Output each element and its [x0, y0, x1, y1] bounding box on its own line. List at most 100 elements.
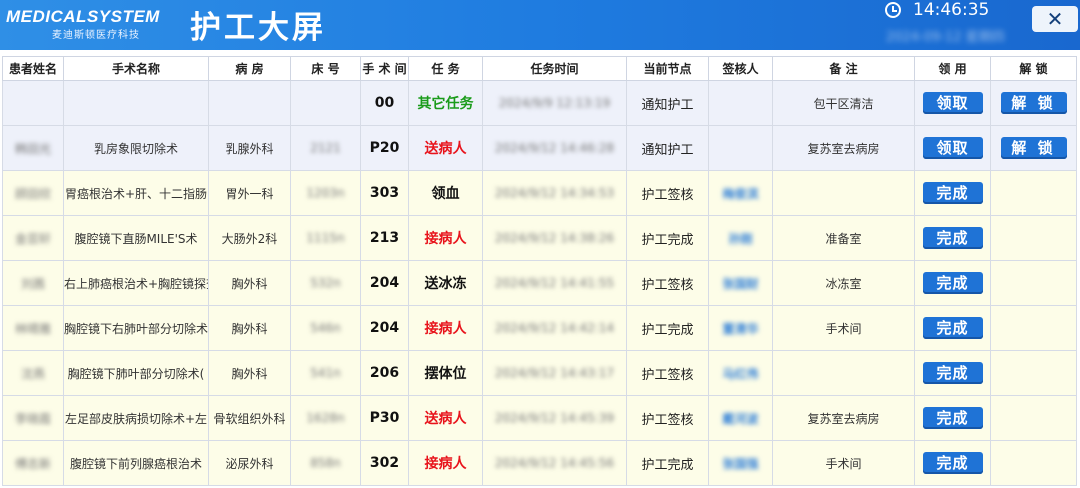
cell-surgery-name: [63, 80, 209, 126]
task-time-text: 2024/9/12 14:34:53: [494, 186, 615, 200]
signer-text: 孙刚: [728, 231, 753, 246]
col-room: 手 术 间: [360, 56, 409, 81]
ward-text: 乳腺外科: [225, 141, 274, 156]
cell-remark: [772, 350, 915, 396]
table-row: 刘茜 右上肺癌根治术+胸腔镜探查 胸外科 532n 204 送冰冻 2024/9/12 14…: [2, 260, 1077, 306]
patient-name-text: 刘茜: [20, 276, 45, 291]
cell-patient-name: 林晴雅: [2, 305, 64, 351]
col-node: 当前节点: [626, 56, 709, 81]
current-node-text: 护工签核: [641, 367, 694, 383]
surgery-name-text: 右上肺癌根治术+胸腔镜探查: [64, 276, 209, 291]
table-row: 金芸轩 腹腔镜下直肠MILE'S术 大肠外2科 1115n 213 接病人 2024/9/1…: [2, 215, 1077, 261]
cell-signer: 张国财: [708, 260, 773, 306]
cell-claim: 完成: [914, 305, 991, 351]
cell-remark: 手术间: [772, 305, 915, 351]
cell-unlock: [990, 395, 1077, 441]
ward-text: 胃外一科: [225, 186, 274, 201]
signer-text: 张国强: [722, 456, 759, 471]
task-text: 其它任务: [417, 96, 474, 112]
col-claim: 领 用: [914, 56, 991, 81]
cell-surgery-name: 左足部皮肤病损切除术+左: [63, 395, 209, 441]
complete-button[interactable]: 完成: [922, 452, 983, 474]
cell-current-node: 护工完成: [626, 440, 709, 486]
cell-task: 接病人: [408, 440, 483, 486]
cell-ward: 胸外科: [208, 305, 291, 351]
task-text: 接病人: [424, 231, 467, 247]
surgery-name-text: 胸腔镜下右肺叶部分切除术: [64, 321, 209, 336]
cell-bed-number: 2121: [290, 125, 361, 171]
unlock-button[interactable]: 解 锁: [1000, 92, 1067, 114]
cell-task: 接病人: [408, 215, 483, 261]
patient-name-text: 傅志新: [14, 456, 51, 471]
unlock-button[interactable]: 解 锁: [1000, 137, 1067, 159]
cell-signer: 马红伟: [708, 350, 773, 396]
cell-patient-name: 韩田光: [2, 125, 64, 171]
patient-name-text: 顾田欣: [14, 186, 51, 201]
cell-remark: 手术间: [772, 440, 915, 486]
surgery-name-text: 胃癌根治术+肝、十二指肠: [64, 186, 208, 201]
current-node-text: 护工签核: [641, 277, 694, 293]
task-time-text: 2024/9/12 14:43:17: [494, 366, 615, 380]
cell-claim: 完成: [914, 350, 991, 396]
remark-text: 手术间: [825, 456, 862, 471]
bed-number-text: 858n: [310, 456, 341, 470]
cell-unlock: 解 锁: [990, 125, 1077, 171]
current-node-text: 护工完成: [641, 457, 694, 473]
cell-unlock: [990, 305, 1077, 351]
ward-text: 泌尿外科: [225, 456, 274, 471]
cell-task-time: 2024/9/12 14:43:17: [482, 350, 627, 396]
complete-button[interactable]: 完成: [922, 182, 983, 204]
cell-operating-room: P30: [360, 395, 409, 441]
claim-button[interactable]: 领取: [922, 137, 983, 159]
remark-text: 包干区清洁: [813, 96, 874, 111]
complete-button[interactable]: 完成: [922, 407, 983, 429]
bed-number-text: 532n: [310, 276, 341, 290]
table-row: 顾田欣 胃癌根治术+肝、十二指肠 胃外一科 1203n 303 领血 2024/9/12 1…: [2, 170, 1077, 216]
remark-text: 冰冻室: [825, 276, 862, 291]
cell-current-node: 护工签核: [626, 170, 709, 216]
cell-surgery-name: 胃癌根治术+肝、十二指肠: [63, 170, 209, 216]
col-task-time: 任务时间: [482, 56, 627, 81]
cell-ward: 骨软组织外科: [208, 395, 291, 441]
cell-surgery-name: 乳房象限切除术: [63, 125, 209, 171]
close-button[interactable]: ✕: [1032, 6, 1078, 32]
cell-unlock: 解 锁: [990, 80, 1077, 126]
table-row: 傅志新 腹腔镜下前列腺癌根治术 泌尿外科 858n 302 接病人 2024/9/12 14…: [2, 440, 1077, 486]
cell-task-time: 2024/9/12 14:41:55: [482, 260, 627, 306]
task-time-text: 2024/9/9 12:13:19: [498, 96, 611, 110]
operating-room-text: P20: [369, 140, 400, 156]
cell-ward: 乳腺外科: [208, 125, 291, 171]
cell-operating-room: 206: [360, 350, 409, 396]
patient-name-text: 林晴雅: [14, 321, 51, 336]
task-text: 送病人: [424, 411, 467, 427]
cell-bed-number: 1628n: [290, 395, 361, 441]
bed-number-text: 1115n: [306, 231, 345, 245]
complete-button[interactable]: 完成: [922, 362, 983, 384]
cell-signer: 董清华: [708, 305, 773, 351]
cell-task: 送病人: [408, 125, 483, 171]
table-row: 韩田光 乳房象限切除术 乳腺外科 2121 P20 送病人 2024/9/12 14:46:…: [2, 125, 1077, 171]
cell-operating-room: 00: [360, 80, 409, 126]
cell-unlock: [990, 170, 1077, 216]
signer-text: 张国财: [722, 276, 759, 291]
col-bed: 床 号: [290, 56, 361, 81]
cell-task: 其它任务: [408, 80, 483, 126]
cell-claim: 完成: [914, 260, 991, 306]
complete-button[interactable]: 完成: [922, 317, 983, 339]
cell-patient-name: 沈燕: [2, 350, 64, 396]
cell-ward: 胸外科: [208, 260, 291, 306]
ward-text: 大肠外2科: [221, 231, 278, 246]
current-node-text: 护工签核: [641, 187, 694, 203]
patient-name-text: 韩田光: [14, 141, 51, 156]
complete-button[interactable]: 完成: [922, 227, 983, 249]
cell-operating-room: P20: [360, 125, 409, 171]
top-header: MEDICALSYSTEM 麦迪斯顿医疗科技 护工大屏 14:46:35 202…: [0, 0, 1080, 50]
patient-name-text: 金芸轩: [14, 231, 51, 246]
complete-button[interactable]: 完成: [922, 272, 983, 294]
current-node-text: 护工签核: [641, 412, 694, 428]
remark-text: 复苏室去病房: [807, 141, 880, 156]
cell-task-time: 2024/9/9 12:13:19: [482, 80, 627, 126]
signer-text: 戴河波: [722, 411, 759, 426]
remark-text: 复苏室去病房: [807, 411, 880, 426]
claim-button[interactable]: 领取: [922, 92, 983, 114]
